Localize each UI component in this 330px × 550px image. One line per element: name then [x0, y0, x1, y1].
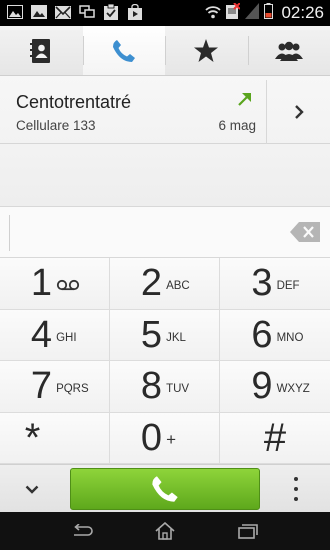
back-button[interactable] [62, 517, 102, 545]
key-digit: 5 [140, 313, 163, 356]
overflow-menu-button[interactable] [286, 475, 306, 503]
key-digit: 0 [140, 416, 163, 459]
key-digit: 3 [251, 262, 273, 305]
key-digit: 9 [251, 365, 273, 408]
contacts-book-icon [30, 38, 51, 63]
key-digit: 1 [30, 262, 53, 305]
key-digit: 8 [140, 365, 163, 408]
tab-phone[interactable] [82, 26, 165, 75]
key-digit: 6 [251, 313, 273, 356]
dial-action-bar [0, 464, 330, 512]
recent-apps-button[interactable] [228, 517, 268, 545]
screens-icon [78, 4, 95, 20]
entry-divider [9, 215, 10, 251]
mail-icon [54, 4, 71, 20]
tab-favorites[interactable] [165, 26, 248, 75]
backspace-button[interactable] [290, 222, 320, 242]
back-icon [73, 524, 93, 536]
key-7[interactable]: 7 PQRS [0, 361, 110, 413]
key-letters: GHI [56, 331, 77, 344]
key-digit: 7 [30, 365, 53, 408]
chevron-down-icon [25, 485, 39, 494]
key-6[interactable]: 6 MNO [220, 309, 330, 361]
system-nav-bar [0, 512, 330, 550]
call-details-button[interactable] [266, 80, 330, 144]
key-2[interactable]: 2 ABC [110, 258, 220, 310]
status-clock: 02:26 [281, 3, 324, 22]
recent-apps-icon [238, 524, 259, 539]
key-letters: + [166, 429, 176, 449]
key-letters: TUV [166, 383, 190, 396]
outgoing-arrow-icon [238, 93, 251, 106]
caller-name: Centotrentatré [16, 92, 132, 112]
key-star[interactable]: * [0, 412, 110, 464]
image-icon [6, 4, 23, 20]
recent-calls-area: Centotrentatré Cellulare 133 6 mag [0, 76, 330, 206]
backspace-icon [290, 222, 320, 242]
sim-off-icon [226, 2, 242, 23]
key-hash[interactable]: # [220, 412, 330, 464]
key-1[interactable]: 1 [0, 258, 110, 310]
menu-dot [294, 477, 298, 481]
key-8[interactable]: 8 TUV [110, 361, 220, 413]
phone-icon [152, 476, 178, 502]
dial-keypad: 1 2 ABC 3 DEF 4 GHI 5 JKL 6 MNO 7 PQRS 8 TUV 9W… [0, 258, 330, 464]
home-icon [155, 522, 175, 540]
voicemail-icon [56, 279, 90, 294]
number-display-field[interactable] [18, 217, 270, 249]
key-letters: MNO [276, 331, 304, 344]
call-date: 6 mag [218, 118, 256, 133]
number-entry-bar [0, 206, 330, 258]
tab-bar [0, 26, 330, 76]
tab-groups[interactable] [247, 26, 330, 75]
key-9[interactable]: 9 WXYZ [220, 361, 330, 413]
key-0[interactable]: 0 + [110, 412, 220, 464]
menu-dot [294, 487, 298, 491]
call-button[interactable] [70, 468, 260, 510]
gallery-icon [30, 4, 47, 20]
key-digit: * [24, 415, 41, 460]
key-digit: 4 [30, 313, 53, 356]
key-letters: DEF [276, 280, 300, 293]
battery-low-icon [264, 3, 274, 23]
key-5[interactable]: 5 JKL [110, 309, 220, 361]
key-digit: # [263, 415, 287, 460]
key-letters: ABC [166, 280, 190, 293]
wifi-icon [205, 4, 222, 23]
collapse-keypad-button[interactable] [14, 477, 50, 501]
menu-dot [294, 497, 298, 501]
key-3[interactable]: 3 DEF [220, 258, 330, 310]
caller-number-label: Cellulare 133 [16, 118, 96, 133]
status-bar: 02:26 [0, 0, 330, 26]
tab-contacts[interactable] [0, 26, 83, 75]
recent-call-row[interactable]: Centotrentatré Cellulare 133 6 mag [0, 80, 330, 144]
phone-icon [112, 39, 135, 62]
key-letters: WXYZ [276, 383, 310, 396]
chevron-right-icon [294, 105, 304, 119]
key-letters: PQRS [56, 383, 89, 396]
clipboard-check-icon [102, 4, 119, 20]
people-icon [274, 41, 303, 61]
home-button[interactable] [145, 517, 185, 545]
key-letters: JKL [166, 331, 186, 344]
star-icon [194, 39, 219, 62]
key-digit: 2 [140, 262, 163, 305]
signal-icon [245, 3, 260, 23]
store-bag-icon [126, 4, 143, 20]
key-4[interactable]: 4 GHI [0, 309, 110, 361]
